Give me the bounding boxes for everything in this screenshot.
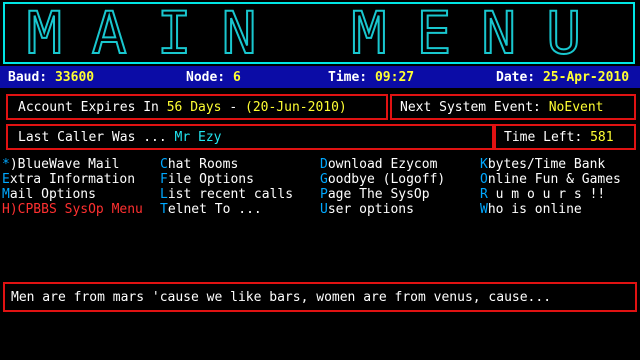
page-title: MAIN MENU [26,0,612,68]
time-left-box: Time Left: 581 [494,124,636,150]
next-event-box: Next System Event: NoEvent [390,94,636,120]
menu-goodbye-logoff[interactable]: Goodbye (Logoff) [320,172,445,187]
time-left-text: Time Left: 581 [504,130,614,145]
time-status: Time: 09:27 [328,70,415,85]
next-event-text: Next System Event: NoEvent [400,100,604,115]
menu-rumours[interactable]: R u m o u r s !! [480,187,605,202]
last-caller-text: Last Caller Was ... Mr Ezy [18,130,222,145]
status-bar: Baud: 33600 Node: 6 Time: 09:27 Date: 25… [0,66,640,88]
quote-text: Men are from mars 'cause we like bars, w… [11,290,552,305]
title-banner: MAIN MENU [3,0,635,68]
menu-kbytes-time-bank[interactable]: Kbytes/Time Bank [480,157,605,172]
account-expiry-text: Account Expires In 56 Days - (20-Jun-201… [18,100,347,115]
menu-list-recent-calls[interactable]: List recent calls [160,187,293,202]
menu-download-ezycom[interactable]: Download Ezycom [320,157,437,172]
quote-box: Men are from mars 'cause we like bars, w… [3,282,637,312]
menu-page-sysop[interactable]: Page The SysOp [320,187,430,202]
baud-status: Baud: 33600 [8,70,95,85]
menu-mail-options[interactable]: Mail Options [2,187,96,202]
menu-online-fun-games[interactable]: Online Fun & Games [480,172,621,187]
menu-who-is-online[interactable]: Who is online [480,202,582,217]
menu-user-options[interactable]: User options [320,202,414,217]
menu-chat-rooms[interactable]: Chat Rooms [160,157,238,172]
menu-file-options[interactable]: File Options [160,172,254,187]
date-status: Date: 25-Apr-2010 [496,70,630,85]
menu-bluewave-mail[interactable]: *)BlueWave Mail [2,157,119,172]
account-expiry-box: Account Expires In 56 Days - (20-Jun-201… [6,94,388,120]
last-caller-box: Last Caller Was ... Mr Ezy [6,124,494,150]
menu-extra-information[interactable]: Extra Information [2,172,135,187]
node-status: Node: 6 [186,70,241,85]
menu-telnet-to[interactable]: Telnet To ... [160,202,262,217]
menu-sysop-menu[interactable]: H)CPBBS SysOp Menu [2,202,143,217]
